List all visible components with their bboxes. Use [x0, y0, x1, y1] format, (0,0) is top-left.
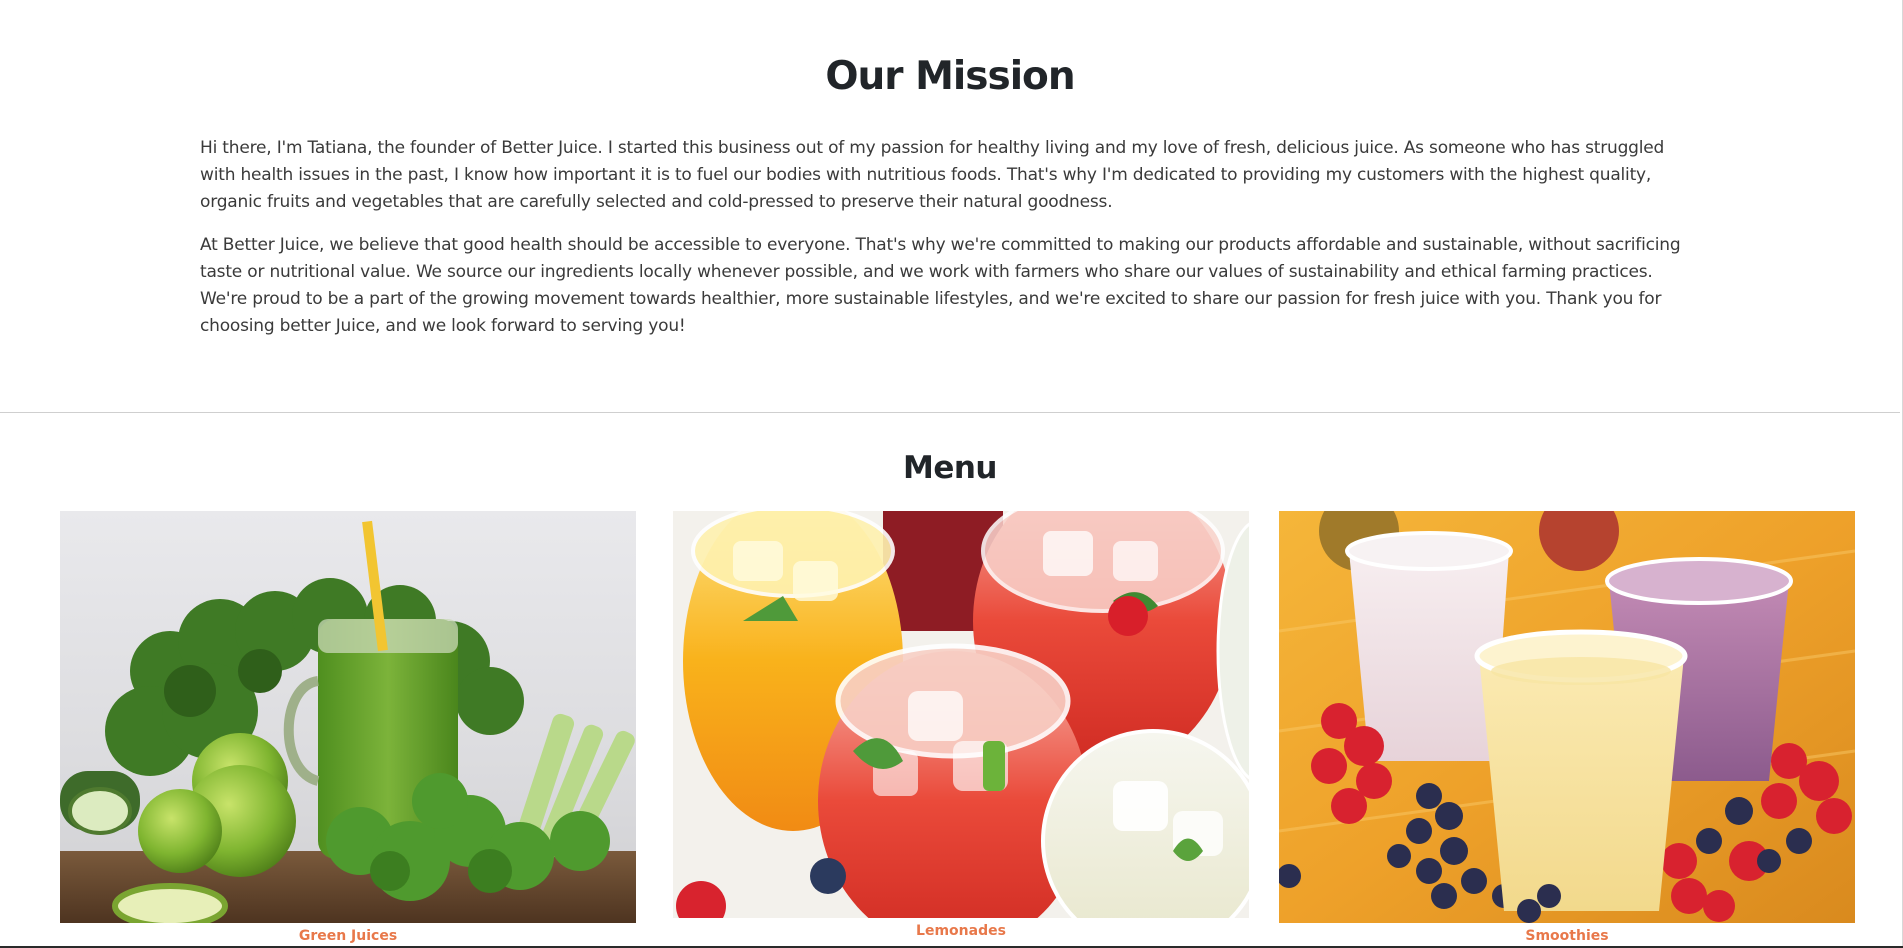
menu-item-label[interactable]: Green Juices: [60, 927, 636, 945]
menu-title: Menu: [902, 450, 998, 486]
mission-paragraph-1: Hi there, I'm Tatiana, the founder of Be…: [200, 138, 1665, 212]
menu-item-label[interactable]: Smoothies: [1279, 927, 1855, 945]
section-divider: [0, 412, 1900, 413]
menu-card-lemonades[interactable]: Lemonades: [673, 511, 1249, 940]
smoothie-photo[interactable]: [1279, 511, 1855, 923]
green-juice-photo[interactable]: [60, 511, 636, 923]
menu-card-green-juices[interactable]: Green Juices: [60, 511, 636, 945]
mission-title: Our Mission: [825, 54, 1075, 99]
mission-section: Our Mission Hi there, I'm Tatiana, the f…: [0, 0, 1900, 412]
menu-card-smoothies[interactable]: Smoothies: [1279, 511, 1855, 945]
menu-item-label[interactable]: Lemonades: [673, 922, 1249, 940]
mission-paragraph-2: At Better Juice, we believe that good he…: [200, 235, 1681, 336]
page: Our Mission Hi there, I'm Tatiana, the f…: [0, 0, 1903, 948]
mission-text: Hi there, I'm Tatiana, the founder of Be…: [200, 135, 1700, 356]
lemonade-photo[interactable]: [673, 511, 1249, 918]
